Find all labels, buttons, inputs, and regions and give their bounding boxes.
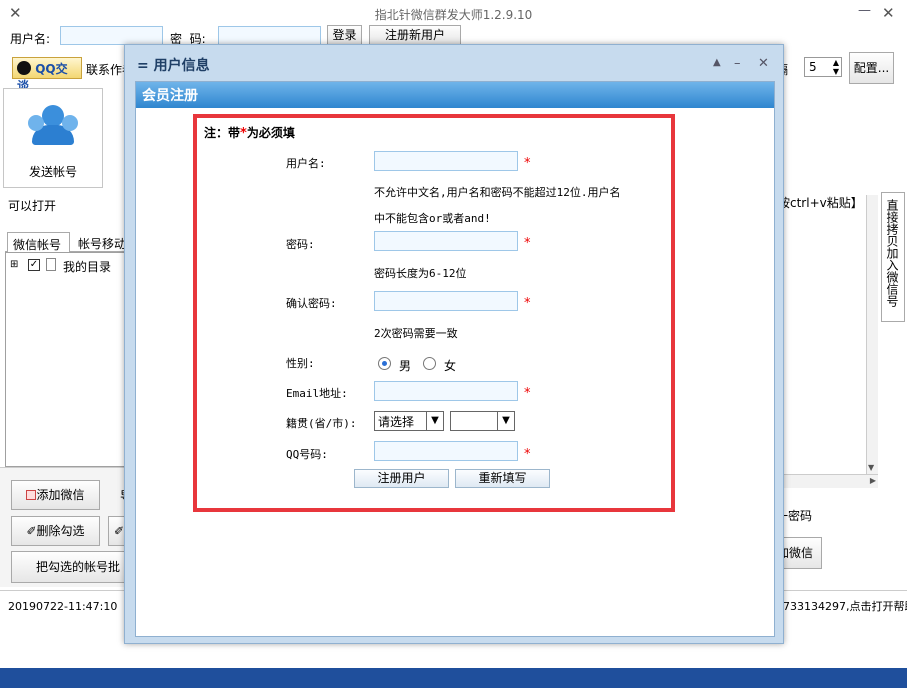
city-select[interactable]: ▼ xyxy=(450,411,515,431)
send-account-tab[interactable]: 发送帐号 xyxy=(3,88,103,188)
confirm-required-star: * xyxy=(524,296,531,311)
delete-checked-label: 删除勾选 xyxy=(36,524,85,538)
expand-icon[interactable]: ⊞ xyxy=(10,259,18,270)
minimize-icon[interactable]: — xyxy=(858,3,871,18)
window-titlebar: ✕ 指北针微信群发大师1.2.9.10 — ✕ xyxy=(0,0,907,26)
gender-label: 性别: xyxy=(286,357,315,370)
qq-input[interactable] xyxy=(374,441,518,461)
can-open-text: 可以打开 xyxy=(8,199,57,213)
email-label: Email地址: xyxy=(286,387,348,400)
status-right[interactable]: 1733134297,点击打开帮助 xyxy=(776,598,907,614)
checkbox-icon[interactable]: ✓ xyxy=(28,259,40,271)
gender-female-label[interactable]: 女 xyxy=(444,357,456,374)
login-username-input[interactable] xyxy=(60,26,163,45)
reset-button[interactable]: 重新填写 xyxy=(455,469,550,488)
note-prefix: 注：带 xyxy=(204,126,241,140)
account-tree: ⊞ ✓ 我的目录 xyxy=(5,252,125,467)
document-icon xyxy=(46,258,56,271)
gender-male-label[interactable]: 男 xyxy=(399,357,411,374)
dialog-title-text: 用户信息 xyxy=(153,58,210,74)
delete-checked-button[interactable]: ✐删除勾选 xyxy=(11,516,100,546)
username-input[interactable] xyxy=(374,151,518,171)
tree-root-label[interactable]: 我的目录 xyxy=(63,258,111,275)
qq-label: QQ号码: xyxy=(286,448,328,461)
email-required-star: * xyxy=(524,386,531,401)
menu-icon[interactable]: = xyxy=(137,58,149,74)
register-form: 注：带*为必须填 用户名: * 不允许中文名,用户名和密码不能超过12位.用户名… xyxy=(193,114,675,512)
scroll-down-icon[interactable]: ▼ xyxy=(868,463,874,472)
send-account-label: 发送帐号 xyxy=(29,165,78,179)
add-icon xyxy=(26,490,37,500)
horizontal-scrollbar[interactable]: ▶ xyxy=(778,474,878,488)
interval-value: 5 xyxy=(809,60,817,74)
password-input[interactable] xyxy=(374,231,518,251)
qq-required-star: * xyxy=(524,447,531,462)
username-label: 用户名: xyxy=(286,157,326,170)
dialog-minimize-icon[interactable]: – xyxy=(734,56,741,71)
email-input[interactable] xyxy=(374,381,518,401)
username-hint: 不允许中文名,用户名和密码不能超过12位.用户名中不能包含or或者and! xyxy=(374,186,621,225)
gender-male-radio[interactable] xyxy=(378,357,391,370)
users-icon xyxy=(28,105,78,149)
city-chevron-down-icon: ▼ xyxy=(497,412,514,430)
gender-female-radio[interactable] xyxy=(423,357,436,370)
config-button[interactable]: 配置... xyxy=(849,52,894,84)
confirm-hint: 2次密码需要一致 xyxy=(374,327,458,340)
login-button[interactable]: 登录 xyxy=(327,25,362,45)
register-new-user-button[interactable]: 注册新用户 xyxy=(369,25,461,45)
taskbar xyxy=(0,668,907,688)
eraser-icon: ✐ xyxy=(26,524,37,538)
user-info-dialog: = 用户信息 ▲ – ✕ 会员注册 注：带*为必须填 用户名: * 不允许中文名… xyxy=(124,44,784,644)
vertical-scrollbar[interactable]: ▼ xyxy=(866,195,878,475)
scroll-right-icon[interactable]: ▶ xyxy=(870,476,876,485)
paste-hint: 按ctrl+v粘贴】 xyxy=(778,196,863,210)
confirm-password-input[interactable] xyxy=(374,291,518,311)
tab-wechat-account[interactable]: 微信帐号 xyxy=(7,232,70,252)
province-select[interactable]: 请选择 ▼ xyxy=(374,411,444,431)
note-star: * xyxy=(240,126,247,141)
member-register-header: 会员注册 xyxy=(136,82,774,108)
login-password-input[interactable] xyxy=(218,26,321,45)
username-required-star: * xyxy=(524,156,531,171)
dialog-content: 会员注册 注：带*为必须填 用户名: * 不允许中文名,用户名和密码不能超过12… xyxy=(135,81,775,637)
qq-icon xyxy=(17,61,31,75)
required-note: 注：带*为必须填 xyxy=(204,124,295,141)
add-wechat-button[interactable]: 添加微信 xyxy=(11,480,100,510)
register-user-button[interactable]: 注册用户 xyxy=(354,469,449,488)
add-wechat-label: 添加微信 xyxy=(36,488,85,502)
left-tabs: 微信帐号 帐号移动目 xyxy=(5,232,135,252)
dialog-title: = 用户信息 xyxy=(137,55,210,75)
window-close-icon[interactable]: ✕ xyxy=(882,4,895,22)
dialog-close-icon[interactable]: ✕ xyxy=(758,56,769,71)
password-hint-text: 密码长度为6-12位 xyxy=(374,267,467,280)
window-title: 指北针微信群发大师1.2.9.10 xyxy=(374,8,533,22)
confirm-password-label: 确认密码: xyxy=(286,297,337,310)
password-label: 密码: xyxy=(286,238,315,251)
spinner-arrows-icon[interactable]: ▲ ▼ xyxy=(833,58,839,76)
province-value: 请选择 xyxy=(378,415,415,429)
origin-label: 籍贯(省/市): xyxy=(286,417,357,430)
move-checked-button[interactable]: 把勾选的帐号批 xyxy=(11,551,136,583)
move-checked-label: 把勾选的帐号批 xyxy=(36,560,121,574)
vertical-tab-direct-copy[interactable]: 直接拷贝加入微信号 xyxy=(881,192,905,322)
note-suffix: 为必须填 xyxy=(246,126,295,140)
qq-chat-button[interactable]: QQ交谈 xyxy=(12,57,82,93)
login-username-label: 用户名: xyxy=(10,32,51,46)
interval-spinner[interactable]: 5 ▲ ▼ xyxy=(804,57,842,77)
eraser-icon-2: ✐ xyxy=(113,524,125,538)
password-required-star: * xyxy=(524,236,531,251)
chevron-down-icon: ▼ xyxy=(426,412,443,430)
collapse-icon[interactable]: ▲ xyxy=(713,57,721,68)
